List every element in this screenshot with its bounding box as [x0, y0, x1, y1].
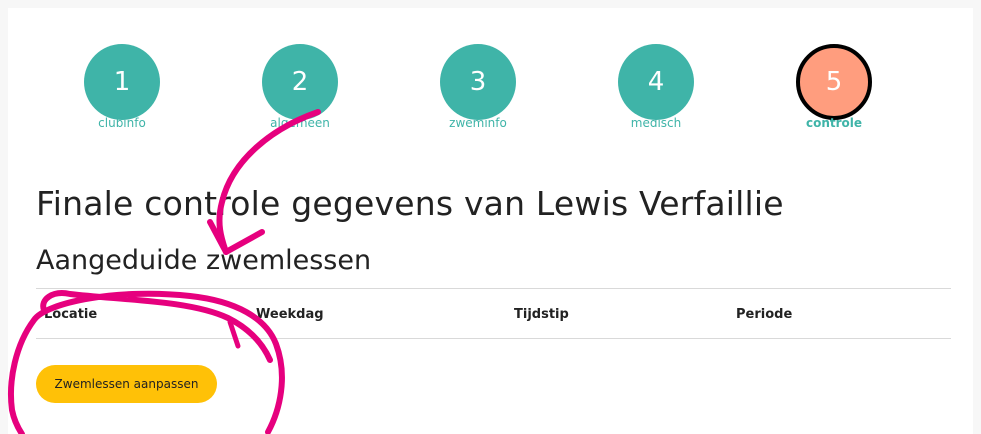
column-header-tijdstip: Tijdstip [514, 307, 569, 322]
step-number: 3 [440, 44, 516, 120]
step-medisch[interactable]: 4 medisch [618, 44, 694, 130]
step-number: 5 [796, 44, 872, 120]
step-label: medisch [630, 116, 682, 130]
table-top-divider [36, 288, 951, 289]
step-label: clubinfo [98, 116, 146, 130]
section-title: Aangeduide zwemlessen [36, 245, 372, 276]
step-clubinfo[interactable]: 1 clubinfo [84, 44, 160, 130]
progress-steps: 1 clubinfo 2 algemeen 3 zweminfo 4 medis… [0, 0, 981, 150]
edit-lessons-button[interactable]: Zwemlessen aanpassen [36, 365, 217, 403]
step-label: zweminfo [449, 116, 507, 130]
step-number: 1 [84, 44, 160, 120]
step-zweminfo[interactable]: 3 zweminfo [440, 44, 516, 130]
column-header-locatie: Locatie [44, 307, 98, 322]
step-label: controle [805, 116, 863, 130]
step-controle[interactable]: 5 controle [796, 44, 872, 130]
column-header-weekdag: Weekdag [256, 307, 324, 322]
step-label: algemeen [270, 116, 330, 130]
table-header-divider [36, 338, 951, 339]
page-title: Finale controle gegevens van Lewis Verfa… [36, 184, 784, 223]
step-number: 4 [618, 44, 694, 120]
column-header-periode: Periode [736, 307, 793, 322]
step-number: 2 [262, 44, 338, 120]
step-algemeen[interactable]: 2 algemeen [262, 44, 338, 130]
